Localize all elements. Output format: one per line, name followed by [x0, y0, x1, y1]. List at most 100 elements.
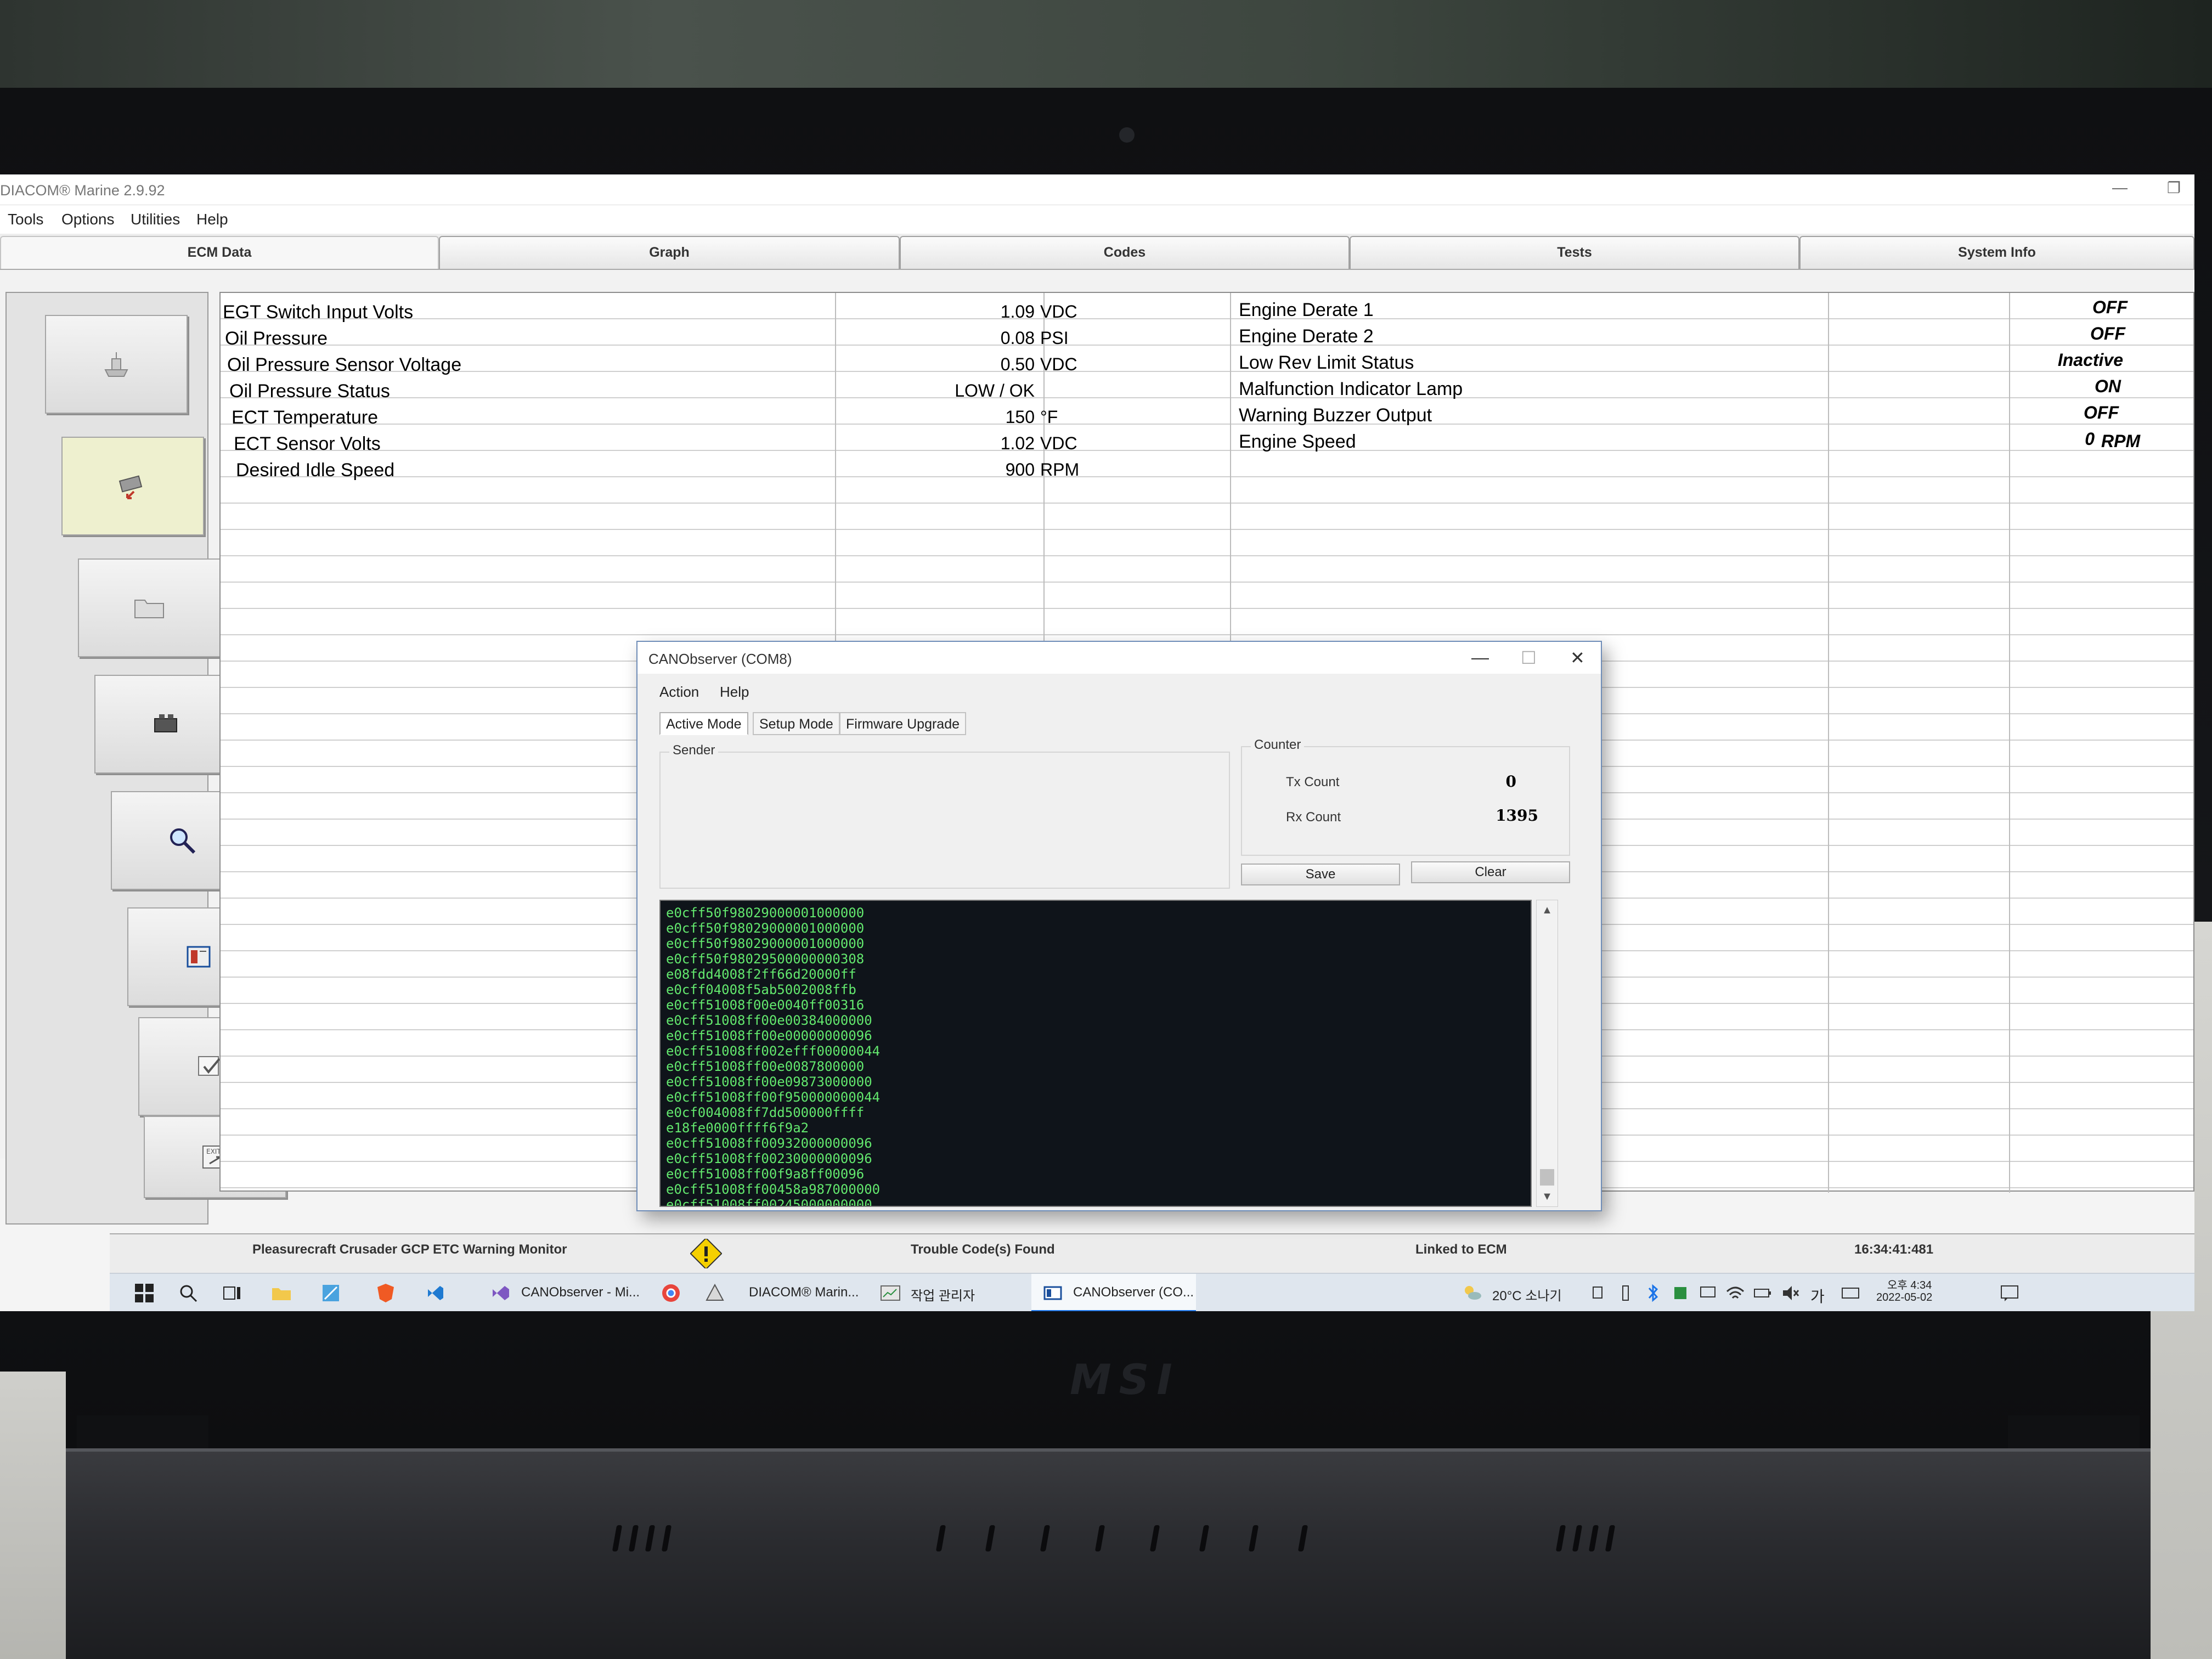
menu-utilities[interactable]: Utilities — [131, 211, 180, 228]
menu-tools[interactable]: Tools — [8, 211, 43, 228]
laptop-base — [66, 1448, 2151, 1659]
param-name: ECT Sensor Volts — [234, 433, 381, 454]
param-value: Inactive — [2057, 350, 2123, 370]
param-row[interactable]: Oil Pressure Sensor Voltage 0.50 VDC — [227, 350, 1231, 376]
param-name: ECT Temperature — [232, 407, 379, 428]
notification-icon[interactable] — [1997, 1280, 2022, 1306]
weather-icon[interactable] — [1459, 1280, 1485, 1306]
wifi-icon[interactable] — [1723, 1280, 1748, 1306]
snip-tool-icon[interactable] — [318, 1280, 343, 1306]
network-adapter-icon[interactable] — [1668, 1280, 1693, 1306]
log-line: e08fdd4008f2ff66d20000ff — [666, 967, 856, 982]
app-title: DIACOM® Marine 2.9.92 — [0, 182, 165, 199]
maximize-icon[interactable]: ☐ — [1521, 647, 1537, 668]
log-line: e18fe0000ffff6f9a2 — [666, 1120, 809, 1136]
menu-options[interactable]: Options — [61, 211, 115, 228]
task-view-icon[interactable] — [219, 1280, 245, 1306]
clear-button[interactable]: Clear — [1411, 861, 1570, 883]
taskbar-app-label[interactable]: 작업 관리자 — [911, 1285, 975, 1304]
engine-button[interactable] — [94, 675, 237, 774]
menu-help[interactable]: Help — [196, 211, 228, 228]
tab-system-info[interactable]: System Info — [1799, 236, 2194, 269]
main-tabbar: ECM Data Graph Codes Tests System Info — [0, 234, 2194, 270]
dialog-menu-help[interactable]: Help — [720, 684, 749, 701]
param-value: 1.02 — [1000, 433, 1035, 453]
param-row[interactable]: Engine Derate 2 OFF — [1239, 321, 2171, 348]
log-line: e0cff51008ff00f950000000044 — [666, 1090, 881, 1105]
usb-icon[interactable] — [1613, 1280, 1638, 1306]
tab-codes[interactable]: Codes — [900, 236, 1350, 269]
param-row[interactable]: Engine Speed 0 RPM — [1239, 427, 2171, 453]
scroll-up-icon[interactable]: ▲ — [1537, 900, 1558, 920]
canobserver-icon[interactable] — [1040, 1280, 1065, 1306]
display-icon[interactable] — [1695, 1280, 1720, 1306]
folder-icon — [134, 600, 164, 618]
param-value: OFF — [2084, 403, 2119, 422]
sender-group: Sender — [659, 743, 1230, 889]
search-icon[interactable] — [176, 1280, 201, 1306]
tab-tests[interactable]: Tests — [1350, 236, 1799, 269]
log-line: e0cff50f98029500000000308 — [666, 951, 865, 967]
tab-active-mode[interactable]: Active Mode — [659, 712, 748, 735]
minimize-icon[interactable]: — — [2112, 179, 2128, 196]
param-row[interactable]: Low Rev Limit Status Inactive — [1239, 348, 2171, 374]
param-value: OFF — [2090, 324, 2125, 343]
task-manager-icon[interactable] — [878, 1280, 903, 1306]
bluetooth-icon[interactable] — [1640, 1280, 1666, 1306]
taskbar-app-label[interactable]: CANObserver (CO... — [1073, 1285, 1194, 1300]
clock-time[interactable]: 오후 4:34 — [1887, 1276, 1932, 1292]
dialog-menu-action[interactable]: Action — [659, 684, 699, 701]
folder-button[interactable] — [78, 558, 221, 657]
param-row[interactable]: ECT Temperature 150 °F — [232, 403, 1235, 429]
weather-text[interactable]: 20°C 소나기 — [1492, 1285, 1562, 1304]
can-log-console[interactable]: e0cff50f98029000001000000 e0cff50f9802900… — [659, 900, 1532, 1207]
windows-start-icon[interactable] — [132, 1280, 157, 1306]
status-time: 16:34:41:481 — [1854, 1242, 1934, 1257]
keyboard-icon[interactable] — [1838, 1280, 1863, 1306]
tab-ecm-data[interactable]: ECM Data — [0, 236, 439, 269]
close-icon[interactable]: ✕ — [1570, 647, 1585, 668]
counter-group: Counter Tx Count 0 Rx Count 1395 — [1241, 737, 1570, 856]
rx-count-value: 1395 — [1496, 806, 1538, 825]
log-scrollbar[interactable]: ▲ ▼ — [1536, 900, 1558, 1207]
ecm-connect-button[interactable] — [61, 437, 204, 535]
counter-label: Counter — [1251, 737, 1305, 753]
tab-setup-mode[interactable]: Setup Mode — [753, 712, 840, 735]
tray-flag-icon[interactable] — [1585, 1280, 1611, 1306]
tab-firmware-upgrade[interactable]: Firmware Upgrade — [839, 712, 967, 735]
param-row[interactable]: Engine Derate 1 OFF — [1239, 295, 2171, 321]
chrome-icon[interactable] — [658, 1280, 684, 1306]
ime-indicator[interactable]: 가 — [1810, 1285, 1825, 1307]
boat-button[interactable] — [45, 315, 188, 414]
param-row[interactable]: Oil Pressure 0.08 PSI — [225, 324, 1229, 350]
workshop-background — [0, 0, 2212, 99]
warning-icon[interactable] — [690, 1239, 722, 1268]
param-row[interactable]: EGT Switch Input Volts 1.09 VDC — [223, 297, 1227, 324]
monitor-name: Pleasurecraft Crusader GCP ETC Warning M… — [252, 1242, 567, 1257]
scroll-thumb[interactable] — [1540, 1169, 1554, 1186]
save-button[interactable]: Save — [1241, 864, 1400, 885]
battery-icon[interactable] — [1750, 1280, 1775, 1306]
taskbar-app-label[interactable]: DIACOM® Marin... — [749, 1285, 859, 1300]
scroll-down-icon[interactable]: ▼ — [1537, 1187, 1558, 1206]
file-explorer-icon[interactable] — [269, 1280, 294, 1306]
diacom-icon[interactable] — [702, 1280, 727, 1306]
minimize-icon[interactable]: — — [1471, 647, 1489, 668]
log-line: e0cff51008ff00245000000000 — [666, 1197, 872, 1207]
brave-browser-icon[interactable] — [373, 1280, 398, 1306]
clock-date[interactable]: 2022-05-02 — [1876, 1291, 1932, 1304]
windows-taskbar: CANObserver - Mi... DIACOM® Marin... 작업 … — [110, 1273, 2194, 1311]
tab-graph[interactable]: Graph — [439, 236, 900, 269]
sender-label: Sender — [669, 743, 719, 758]
param-row[interactable]: ECT Sensor Volts 1.02 VDC — [234, 429, 1238, 455]
param-row[interactable]: Warning Buzzer Output OFF — [1239, 400, 2171, 427]
taskbar-app-label[interactable]: CANObserver - Mi... — [521, 1285, 640, 1300]
log-line: e0cf004008ff7dd500000ffff — [666, 1105, 865, 1120]
restore-icon[interactable]: ❐ — [2167, 179, 2181, 197]
param-row[interactable]: Desired Idle Speed 900 RPM — [236, 455, 1240, 482]
param-row[interactable]: Oil Pressure Status LOW / OK — [229, 376, 1233, 403]
visual-studio-icon[interactable] — [488, 1280, 514, 1306]
vscode-icon[interactable] — [422, 1280, 448, 1306]
param-row[interactable]: Malfunction Indicator Lamp ON — [1239, 374, 2171, 400]
volume-muted-icon[interactable] — [1778, 1280, 1803, 1306]
